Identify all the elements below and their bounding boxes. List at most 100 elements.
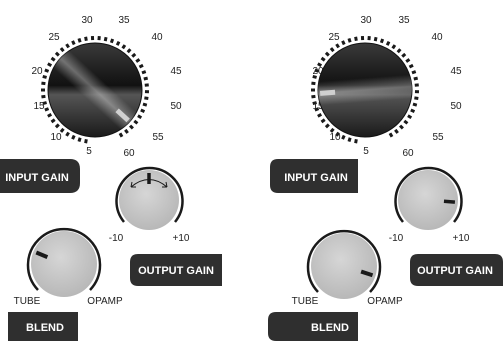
blend-max-label: OPAMP xyxy=(367,296,403,307)
scale-tick xyxy=(388,132,394,138)
scale-tick xyxy=(135,58,141,63)
scale-label-35: 35 xyxy=(118,15,130,26)
blend-max-label: OPAMP xyxy=(87,296,123,307)
scale-tick xyxy=(144,96,149,101)
output-gain-indicator xyxy=(443,199,456,204)
blend-knob-body[interactable] xyxy=(311,233,377,299)
scale-tick xyxy=(311,94,316,99)
scale-tick xyxy=(407,114,413,120)
scale-label-35: 35 xyxy=(398,15,410,26)
scale-tick xyxy=(320,56,326,62)
scale-tick xyxy=(412,102,418,107)
scale-tick xyxy=(103,36,108,42)
scale-tick xyxy=(399,124,404,130)
scale-label-55: 55 xyxy=(152,132,164,143)
output-gain-max-label: +10 xyxy=(173,233,190,244)
blend-knob[interactable]: TUBE OPAMP xyxy=(292,229,403,307)
scale-tick xyxy=(408,63,414,69)
output-gain-label: OUTPUT GAIN xyxy=(138,265,214,277)
scale-tick xyxy=(411,70,417,75)
scale-tick xyxy=(347,37,352,43)
scale-tick xyxy=(71,40,76,46)
scale-tick xyxy=(131,52,137,58)
blend-min-label: TUBE xyxy=(14,296,41,307)
scale-label-60: 60 xyxy=(123,148,135,159)
scale-tick xyxy=(126,48,132,54)
scale-tick xyxy=(320,118,326,124)
output-gain-knob[interactable]: -10 +10 xyxy=(389,166,470,244)
scale-tick xyxy=(379,38,385,44)
scale-tick xyxy=(143,76,149,81)
scale-tick xyxy=(341,134,346,140)
scale-label-55: 55 xyxy=(432,132,444,143)
scale-tick xyxy=(47,112,53,118)
scale-tick xyxy=(118,132,124,138)
input-gain-button[interactable]: INPUT GAIN xyxy=(270,159,358,193)
scale-label-5: 5 xyxy=(363,146,369,157)
scale-label-40: 40 xyxy=(431,32,443,43)
scale-tick xyxy=(354,138,358,144)
scale-label-25: 25 xyxy=(48,32,60,43)
scale-tick xyxy=(65,131,70,137)
scale-tick xyxy=(115,40,121,46)
scale-tick xyxy=(385,40,391,46)
scale-tick xyxy=(50,56,56,62)
blend-knob-body[interactable] xyxy=(31,231,97,297)
blend-button[interactable]: BLEND xyxy=(8,312,78,341)
output-gain-min-label: -10 xyxy=(389,233,404,244)
scale-tick xyxy=(59,47,65,53)
scale-tick xyxy=(121,44,127,50)
scale-tick xyxy=(65,43,70,49)
scale-tick xyxy=(133,119,139,125)
input-gain-button[interactable]: INPUT GAIN xyxy=(0,159,80,193)
scale-tick xyxy=(41,81,46,86)
scale-label-30: 30 xyxy=(360,15,372,26)
input-gain-knob[interactable]: 5 10 15 20 25 30 35 40 45 50 55 60 xyxy=(31,15,182,159)
blend-button[interactable]: BLEND xyxy=(268,312,358,341)
scale-tick xyxy=(44,107,50,112)
scale-label-15: 15 xyxy=(33,101,45,112)
scale-tick xyxy=(401,52,407,58)
panel-left: 5 10 15 20 25 30 35 40 45 50 55 60 INPUT… xyxy=(0,15,222,341)
scale-label-5: 5 xyxy=(86,146,92,157)
input-gain-label: INPUT GAIN xyxy=(5,172,69,184)
scale-tick xyxy=(335,43,340,49)
scale-tick xyxy=(50,118,56,124)
scale-tick xyxy=(405,58,411,63)
scale-tick xyxy=(317,112,323,118)
output-gain-knob[interactable]: -10 +10 xyxy=(109,166,190,244)
scale-label-45: 45 xyxy=(170,66,182,77)
panel-right: 5 10 15 20 25 30 35 40 45 50 55 60 INPUT… xyxy=(268,15,503,341)
input-gain-indicator xyxy=(319,89,336,96)
blend-min-label: TUBE xyxy=(292,296,319,307)
scale-tick xyxy=(129,124,134,130)
output-gain-label: OUTPUT GAIN xyxy=(417,265,493,277)
scale-tick xyxy=(403,119,409,125)
output-gain-button[interactable]: OUTPUT GAIN xyxy=(410,254,503,286)
input-gain-label: INPUT GAIN xyxy=(284,172,348,184)
scale-tick xyxy=(414,96,419,101)
scale-tick xyxy=(391,44,397,50)
blend-knob[interactable]: TUBE OPAMP xyxy=(14,227,123,307)
scale-tick xyxy=(141,70,147,75)
scale-label-10: 10 xyxy=(329,132,341,143)
scale-tick xyxy=(354,36,358,42)
scale-label-50: 50 xyxy=(450,101,462,112)
scale-tick xyxy=(140,108,146,114)
scale-tick xyxy=(77,37,82,43)
scale-label-10: 10 xyxy=(50,132,62,143)
scale-label-30: 30 xyxy=(81,15,93,26)
scale-tick xyxy=(324,123,330,129)
scale-tick xyxy=(42,74,47,79)
scale-tick xyxy=(109,38,115,44)
scale-tick xyxy=(413,76,419,81)
scale-tick xyxy=(54,123,60,129)
blend-label: BLEND xyxy=(26,322,64,334)
scale-tick xyxy=(396,48,402,54)
output-gain-button[interactable]: OUTPUT GAIN xyxy=(130,254,222,286)
input-gain-knob[interactable]: 5 10 15 20 25 30 35 40 45 50 55 60 xyxy=(304,15,462,159)
scale-label-20: 20 xyxy=(31,66,43,77)
scale-tick xyxy=(341,40,346,46)
scale-tick xyxy=(124,128,129,134)
scale-tick xyxy=(324,51,330,57)
